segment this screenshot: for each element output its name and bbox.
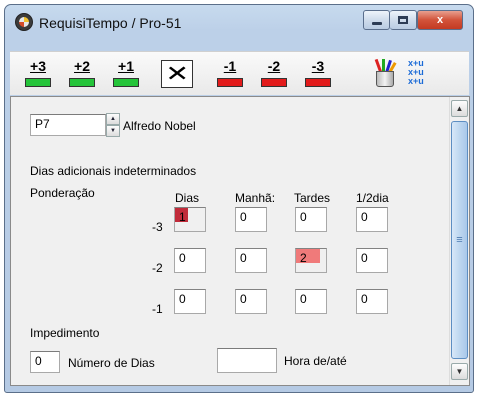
title-bar[interactable]: RequisiTempo / Pro-51 x [5,5,473,43]
cell-tardes[interactable]: 0 [295,207,327,232]
impedimento-label: Impedimento [30,326,100,340]
plus-1-button[interactable]: +1 [109,58,143,90]
minus-1-button[interactable]: -1 [213,58,247,90]
grip-icon: ≡ [456,234,463,246]
spin-down-icon[interactable]: ▼ [106,125,120,137]
cell-dias[interactable]: 0 [174,289,206,314]
row-label: -2 [152,261,163,275]
cell-dias[interactable]: 0 [174,248,206,273]
code-spinner[interactable]: ▲ ▼ [106,113,120,137]
minimize-button[interactable] [363,10,390,30]
pencil-cup-icon[interactable] [371,58,399,89]
minus-3-label: -3 [311,58,325,74]
cell-manha[interactable]: 0 [235,207,267,232]
col-meiodia: 1/2dia [356,191,389,205]
minus-2-button[interactable]: -2 [257,58,291,90]
dias-label: Número de Dias [68,356,155,370]
red-bar-icon [261,78,287,87]
scroll-down-icon[interactable]: ▼ [451,363,468,380]
form-content: P7 ▲ ▼ Alfredo Nobel Dias adicionais ind… [11,97,449,385]
cell-dias[interactable]: 1 [174,207,206,232]
plus-3-button[interactable]: +3 [21,58,55,90]
ponderacao-label: Ponderação [30,186,95,200]
toolbar: +3 +2 +1 ✕ -1 -2 -3 x+u x+u x+u [10,51,469,95]
cell-tardes[interactable]: 2 [295,248,327,273]
cell-manha[interactable]: 0 [235,248,267,273]
clear-button[interactable]: ✕ [161,60,193,88]
maximize-icon [398,16,408,24]
window-title: RequisiTempo / Pro-51 [39,15,182,31]
close-button[interactable]: x [417,10,463,30]
col-tardes: Tardes [294,191,331,205]
xyu-icon[interactable]: x+u x+u x+u [408,59,438,89]
minus-3-button[interactable]: -3 [301,58,335,90]
indeterminate-label: Dias adicionais indeterminados [30,164,197,178]
cell-manha[interactable]: 0 [235,289,267,314]
plus-3-label: +3 [30,58,46,74]
cell-meiodia[interactable]: 0 [356,248,388,273]
maximize-button[interactable] [390,10,417,30]
red-bar-icon [217,78,243,87]
cell-meiodia[interactable]: 0 [356,207,388,232]
minus-1-label: -1 [223,58,237,74]
scroll-up-icon[interactable]: ▲ [451,100,468,117]
app-icon [15,13,33,31]
green-bar-icon [69,78,95,87]
minus-2-label: -2 [267,58,281,74]
scroll-thumb[interactable]: ≡ [451,121,468,359]
col-dias: Dias [175,191,200,205]
vertical-scrollbar[interactable]: ▲ ≡ ▼ [449,97,469,385]
minimize-icon [371,21,382,25]
col-manha: Manhã: [235,191,276,205]
spin-up-icon[interactable]: ▲ [106,113,120,125]
plus-2-button[interactable]: +2 [65,58,99,90]
green-bar-icon [113,78,139,87]
xyu-line: x+u [408,76,424,86]
code-input[interactable]: P7 [30,114,106,136]
green-bar-icon [25,78,51,87]
form-panel: P7 ▲ ▼ Alfredo Nobel Dias adicionais ind… [10,96,470,386]
x-icon: ✕ [165,61,189,86]
plus-1-label: +1 [118,58,134,74]
row-label: -3 [152,220,163,234]
dias-input[interactable]: 0 [30,351,60,373]
person-name: Alfredo Nobel [123,119,196,133]
main-window: RequisiTempo / Pro-51 x +3 +2 +1 ✕ -1 -2 [4,4,474,393]
cell-meiodia[interactable]: 0 [356,289,388,314]
hora-input[interactable] [217,348,277,373]
red-bar-icon [305,78,331,87]
hora-label: Hora de/até [284,354,347,368]
cell-tardes[interactable]: 0 [295,289,327,314]
plus-2-label: +2 [74,58,90,74]
row-label: -1 [152,302,163,316]
